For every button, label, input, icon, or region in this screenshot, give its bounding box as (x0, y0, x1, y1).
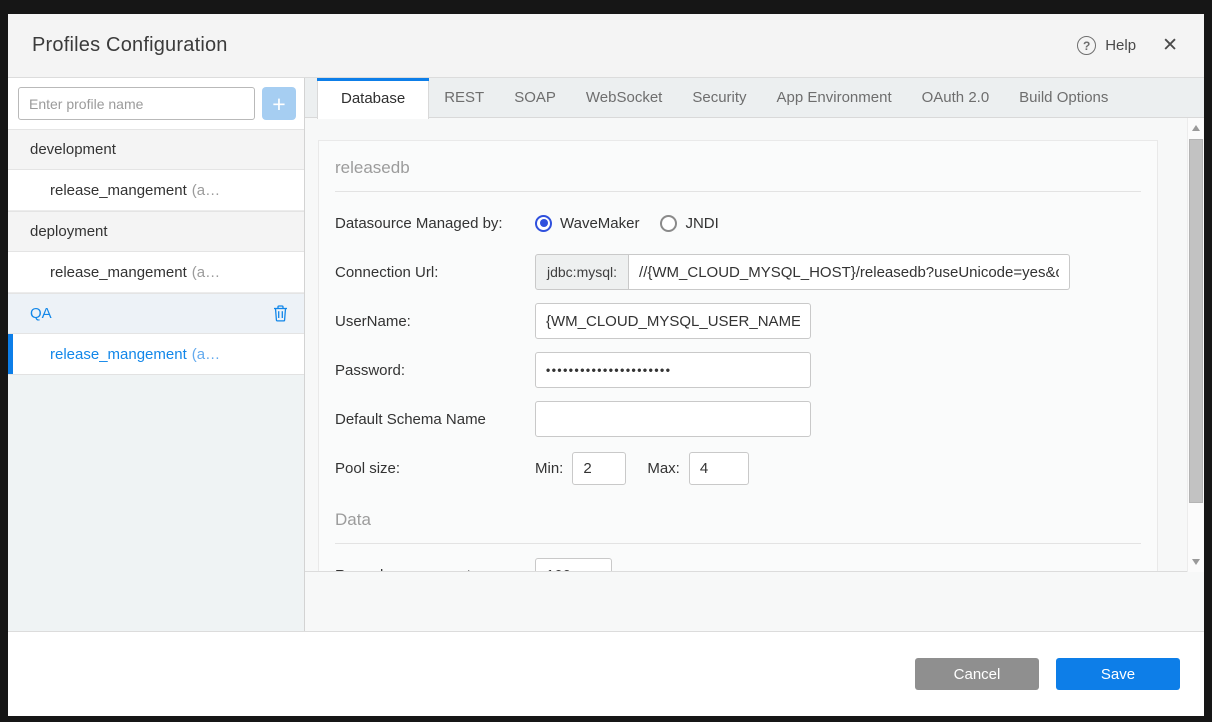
profile-item-suffix: (a… (191, 181, 221, 199)
scroll-up-arrow-icon[interactable] (1188, 120, 1204, 136)
cancel-button[interactable]: Cancel (915, 658, 1039, 690)
add-profile-button[interactable]: + (262, 87, 296, 120)
connection-url-input[interactable] (629, 254, 1071, 290)
profiles-sidebar: + development release_mangement (a… depl… (8, 78, 305, 631)
profile-item-deployment-release-mangement[interactable]: release_mangement (a… (8, 252, 304, 293)
profile-settings-content: Database REST SOAP WebSocket Security Ap… (305, 78, 1204, 631)
records-input[interactable] (535, 558, 612, 571)
profile-group-label: deployment (30, 223, 108, 240)
scroll-down-arrow-icon[interactable] (1188, 554, 1204, 570)
profile-search-row: + (8, 78, 304, 129)
tab-oauth[interactable]: OAuth 2.0 (907, 78, 1005, 117)
datasource-label: Datasource Managed by: (335, 214, 503, 232)
tab-app-environment[interactable]: App Environment (762, 78, 907, 117)
records-per-request-row: Records per request: (335, 557, 1141, 572)
connection-url-row: Connection Url: jdbc:mysql: (335, 254, 1141, 290)
profile-item-qa-release-mangement-selected[interactable]: release_mangement (a… (8, 334, 304, 375)
schema-label: Default Schema Name (335, 410, 486, 428)
username-row: UserName: (335, 303, 1141, 339)
help-link[interactable]: Help (1105, 37, 1136, 54)
profiles-configuration-dialog: Profiles Configuration ? Help ✕ + develo… (8, 14, 1204, 716)
radio-label-jndi: JNDI (685, 214, 719, 232)
form-scroll-viewport: releasedb Datasource Managed by: WaveMak… (305, 118, 1187, 572)
radio-option-wavemaker[interactable]: WaveMaker (535, 214, 640, 232)
username-label: UserName: (335, 312, 411, 330)
password-input[interactable] (535, 352, 811, 388)
password-label: Password: (335, 361, 406, 379)
pool-size-row: Pool size: Min: Max: (335, 450, 1141, 486)
data-section-heading: Data (335, 510, 1141, 544)
vertical-scrollbar[interactable] (1187, 118, 1204, 572)
pool-min-input[interactable] (572, 451, 627, 485)
close-icon[interactable]: ✕ (1162, 36, 1178, 55)
profile-item-name: release_mangement (50, 345, 187, 363)
profile-group-qa[interactable]: QA (8, 293, 304, 334)
connection-url-label: Connection Url: (335, 263, 439, 281)
screen-background: Profiles Configuration ? Help ✕ + develo… (0, 0, 1212, 722)
save-button[interactable]: Save (1056, 658, 1180, 690)
tab-websocket[interactable]: WebSocket (571, 78, 677, 117)
profile-list: development release_mangement (a… deploy… (8, 129, 304, 375)
title-bar-actions: ? Help ✕ (1077, 36, 1178, 55)
profile-group-label: development (30, 141, 116, 158)
tab-rest[interactable]: REST (429, 78, 499, 117)
profile-item-development-release-mangement[interactable]: release_mangement (a… (8, 170, 304, 211)
schema-row: Default Schema Name (335, 401, 1141, 437)
jdbc-prefix-addon: jdbc:mysql: (535, 254, 630, 290)
profile-item-name: release_mangement (50, 181, 187, 199)
pool-size-label: Pool size: (335, 459, 401, 477)
pool-max-input[interactable] (688, 451, 749, 485)
radio-label-wavemaker: WaveMaker (560, 214, 640, 232)
profile-item-name: release_mangement (50, 263, 187, 281)
datasource-radio-group: WaveMaker JNDI (535, 214, 719, 232)
profile-group-deployment[interactable]: deployment (8, 211, 304, 252)
dialog-title-bar: Profiles Configuration ? Help ✕ (8, 14, 1204, 78)
connection-url-group: jdbc:mysql: (535, 254, 1071, 290)
radio-option-jndi[interactable]: JNDI (660, 214, 719, 232)
radio-selected-icon[interactable] (535, 214, 552, 232)
radio-unselected-icon[interactable] (660, 214, 678, 232)
settings-tab-bar: Database REST SOAP WebSocket Security Ap… (305, 78, 1204, 119)
password-row: Password: (335, 352, 1141, 388)
database-config-card: releasedb Datasource Managed by: WaveMak… (318, 140, 1158, 572)
profile-group-development[interactable]: development (8, 129, 304, 170)
tab-soap[interactable]: SOAP (499, 78, 571, 117)
scrollbar-thumb[interactable] (1189, 139, 1203, 503)
database-tab-panel: releasedb Datasource Managed by: WaveMak… (305, 118, 1204, 631)
db-name-heading: releasedb (335, 158, 1141, 192)
schema-input[interactable] (535, 401, 811, 437)
help-icon[interactable]: ? (1077, 36, 1097, 55)
dialog-footer: Cancel Save (8, 631, 1204, 716)
dialog-body: + development release_mangement (a… depl… (8, 78, 1204, 631)
pool-min-label: Min: (535, 459, 564, 477)
profile-item-suffix: (a… (191, 345, 221, 363)
profile-item-suffix: (a… (191, 263, 221, 281)
delete-profile-icon[interactable] (273, 305, 288, 322)
records-label: Records per request: (335, 567, 535, 572)
tab-database[interactable]: Database (317, 78, 430, 119)
datasource-row: Datasource Managed by: WaveMaker JNDI (335, 205, 1141, 241)
tab-build-options[interactable]: Build Options (1004, 78, 1123, 117)
dialog-title: Profiles Configuration (32, 34, 228, 56)
pool-max-label: Max: (647, 459, 680, 477)
profile-name-input[interactable] (18, 87, 255, 120)
profile-group-label: QA (30, 305, 52, 322)
tab-security[interactable]: Security (677, 78, 761, 117)
username-input[interactable] (535, 303, 811, 339)
